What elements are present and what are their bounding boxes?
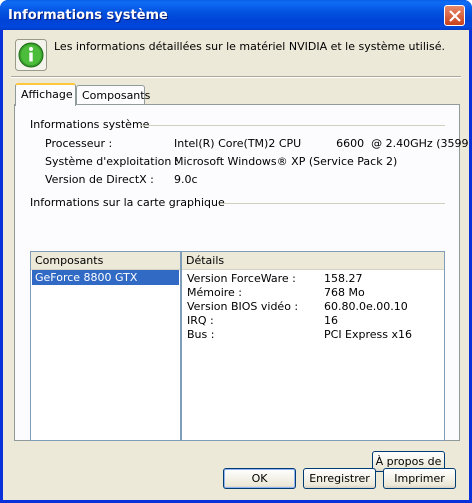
- irq-label: IRQ :: [187, 314, 214, 327]
- window-title: Informations système: [8, 8, 168, 23]
- dialog-client: Les informations détaillées sur le matér…: [3, 30, 469, 500]
- ok-button[interactable]: OK: [223, 468, 296, 489]
- bios-value: 60.80.0e.00.10: [324, 300, 408, 313]
- components-list[interactable]: Composants GeForce 8800 GTX: [30, 251, 181, 441]
- bus-value: PCI Express x16: [324, 328, 413, 341]
- close-button[interactable]: [444, 5, 465, 26]
- system-info-group-line: [140, 125, 445, 126]
- graphics-info-group-line: [220, 203, 445, 204]
- bus-label: Bus :: [187, 328, 215, 341]
- tab-affichage[interactable]: Affichage: [15, 83, 76, 106]
- close-icon: [449, 10, 461, 22]
- irq-value: 16: [324, 314, 338, 327]
- directx-value: 9.0c: [174, 173, 198, 186]
- system-info-group-label: Informations système: [30, 118, 154, 131]
- components-list-header: Composants: [31, 252, 180, 270]
- graphics-info-group-label: Informations sur la carte graphique: [30, 196, 229, 209]
- processor-value: Intel(R) Core(TM)2 CPU 6600 @ 2.40GHz (3…: [174, 137, 469, 150]
- bios-label: Version BIOS vidéo :: [187, 300, 299, 313]
- directx-label: Version de DirectX :: [45, 173, 154, 186]
- os-label: Système d'exploitation :: [45, 155, 179, 168]
- title-bar[interactable]: Informations système: [0, 0, 472, 30]
- details-list[interactable]: Détails Version ForceWare : 158.27 Mémoi…: [181, 251, 445, 441]
- component-item-selected[interactable]: GeForce 8800 GTX: [32, 270, 179, 285]
- tab-composants[interactable]: Composants: [76, 85, 150, 105]
- processor-label: Processeur :: [45, 137, 113, 150]
- save-button[interactable]: Enregistrer: [303, 468, 376, 489]
- forceware-value: 158.27: [324, 272, 363, 285]
- header-description: Les informations détaillées sur le matér…: [54, 40, 445, 53]
- print-button[interactable]: Imprimer: [383, 468, 456, 489]
- memory-value: 768 Mo: [324, 286, 365, 299]
- os-value: Microsoft Windows® XP (Service Pack 2): [174, 155, 398, 168]
- header-divider: [11, 76, 461, 78]
- tab-panel-affichage: Informations système Processeur : Intel(…: [14, 104, 468, 472]
- details-list-header: Détails: [182, 252, 444, 270]
- info-icon: [15, 39, 47, 71]
- forceware-label: Version ForceWare :: [187, 272, 296, 285]
- memory-label: Mémoire :: [187, 286, 243, 299]
- dialog-window: Informations système Les informations dé…: [0, 0, 472, 503]
